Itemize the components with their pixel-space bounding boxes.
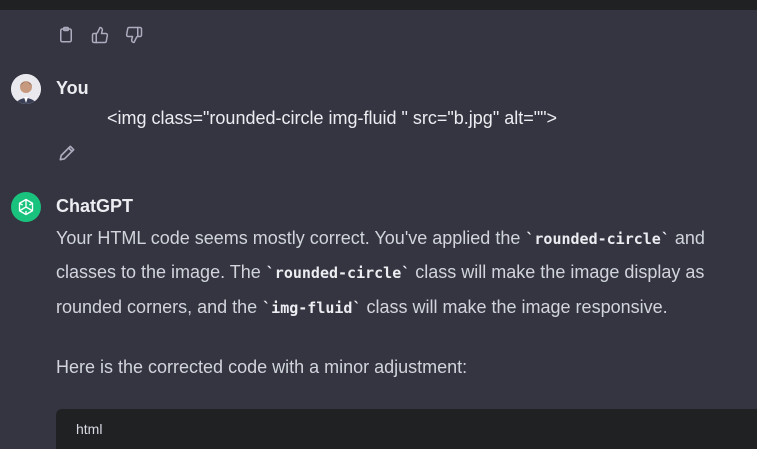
assistant-paragraph-2: Here is the corrected code with a minor …	[56, 357, 468, 377]
assistant-paragraph-line-1: Your HTML code seems mostly correct. You…	[56, 221, 705, 256]
text-span: class will make the image responsive.	[361, 297, 668, 317]
text-span: and	[669, 228, 705, 248]
thumbs-up-icon[interactable]	[90, 25, 110, 45]
assistant-paragraph-line-2: classes to the image. The `rounded-circl…	[56, 255, 704, 290]
code-block: html	[56, 409, 757, 449]
top-bar	[0, 0, 757, 10]
inline-code: `rounded-circle`	[265, 264, 411, 282]
code-language-label: html	[76, 421, 103, 437]
text-span: rounded corners, and the	[56, 297, 263, 317]
user-author-name: You	[56, 78, 89, 98]
assistant-paragraph-line-3: rounded corners, and the `img-fluid` cla…	[56, 290, 668, 325]
message-actions	[56, 25, 144, 45]
chatgpt-avatar	[11, 192, 41, 222]
pencil-icon[interactable]	[57, 143, 77, 163]
text-span: class will make the image display as	[410, 262, 705, 282]
clipboard-icon[interactable]	[56, 25, 76, 45]
text-span: Your HTML code seems mostly correct. You…	[56, 228, 526, 248]
assistant-author-name: ChatGPT	[56, 196, 134, 216]
inline-code: `img-fluid`	[262, 299, 362, 317]
inline-code: `rounded-circle`	[525, 230, 670, 248]
thumbs-down-icon[interactable]	[124, 25, 144, 45]
text-span: classes to the image. The	[56, 262, 266, 282]
user-avatar	[11, 74, 41, 104]
openai-logo-icon	[18, 198, 34, 216]
user-message-text: <img class="rounded-circle img-fluid " s…	[107, 108, 558, 128]
